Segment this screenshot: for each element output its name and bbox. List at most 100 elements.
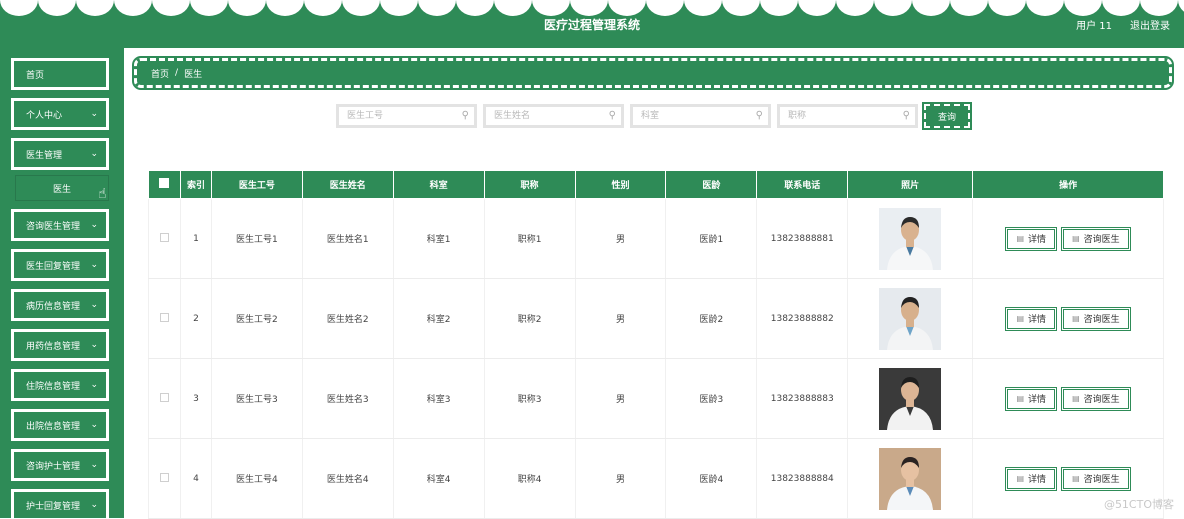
cell-actions: ▤详情▤咨询医生 xyxy=(973,199,1164,279)
row-checkbox[interactable] xyxy=(160,233,169,242)
breadcrumb-current: 医生 xyxy=(184,67,202,80)
detail-button[interactable]: ▤详情 xyxy=(1005,467,1057,491)
detail-button[interactable]: ▤详情 xyxy=(1005,387,1057,411)
doctor-photo[interactable] xyxy=(879,208,941,270)
scallop-shape xyxy=(266,0,304,16)
consult-doctor-button-label: 咨询医生 xyxy=(1084,392,1120,405)
table-row: 2医生工号2医生姓名2科室2职称2男医龄213823888882▤详情▤咨询医生 xyxy=(149,279,1164,359)
sidebar-item-label: 个人中心 xyxy=(26,108,62,121)
scallop-shape xyxy=(76,0,114,16)
sidebar-item-nurse-reply-management[interactable]: 护士回复管理 ⌄ xyxy=(11,489,109,518)
sidebar-item-inpatient-management[interactable]: 住院信息管理 ⌄ xyxy=(11,369,109,401)
chevron-down-icon: ⌄ xyxy=(90,260,98,270)
sidebar: 首页 个人中心 ⌄ 医生管理 ⌄ 医生 咨询医生管理 ⌄ 医生回复管理 ⌄ 病历… xyxy=(0,48,124,518)
doctor-photo[interactable] xyxy=(879,368,941,430)
select-all-checkbox[interactable] xyxy=(159,178,169,188)
breadcrumb: 首页 / 医生 xyxy=(134,58,1172,88)
scallop-shape xyxy=(1102,0,1140,16)
cell-gender: 男 xyxy=(575,279,666,359)
detail-button[interactable]: ▤详情 xyxy=(1005,307,1057,331)
scallop-shape xyxy=(380,0,418,16)
scallop-shape xyxy=(1064,0,1102,16)
consult-doctor-button[interactable]: ▤咨询医生 xyxy=(1061,387,1131,411)
search-icon: ⚲ xyxy=(903,110,910,121)
scallop-shape xyxy=(228,0,266,16)
sidebar-item-medication-management[interactable]: 用药信息管理 ⌄ xyxy=(11,329,109,361)
sidebar-item-home[interactable]: 首页 xyxy=(11,58,109,90)
scallop-shape xyxy=(456,0,494,16)
sidebar-item-doctor-management[interactable]: 医生管理 ⌄ xyxy=(11,138,109,170)
sidebar-item-personal-center[interactable]: 个人中心 ⌄ xyxy=(11,98,109,130)
logout-link[interactable]: 退出登录 xyxy=(1130,17,1170,32)
col-header-phone: 联系电话 xyxy=(757,171,848,199)
consult-doctor-button[interactable]: ▤咨询医生 xyxy=(1061,467,1131,491)
header-user-area: 用户 11 退出登录 xyxy=(1076,17,1170,32)
search-icon: ⚲ xyxy=(462,110,469,121)
consult-doctor-button[interactable]: ▤咨询医生 xyxy=(1061,307,1131,331)
doctor-photo[interactable] xyxy=(879,288,941,350)
cell-index: 2 xyxy=(180,279,211,359)
col-header-photo: 照片 xyxy=(848,171,973,199)
row-checkbox[interactable] xyxy=(160,393,169,402)
cell-department: 科室2 xyxy=(393,279,484,359)
scallop-shape xyxy=(874,0,912,16)
scallop-shape xyxy=(342,0,380,16)
chevron-down-icon: ⌄ xyxy=(90,109,98,119)
cell-title: 职称1 xyxy=(484,199,575,279)
row-checkbox[interactable] xyxy=(160,473,169,482)
doctor-id-input[interactable] xyxy=(339,107,474,125)
table-row: 3医生工号3医生姓名3科室3职称3男医龄313823888883▤详情▤咨询医生 xyxy=(149,359,1164,439)
breadcrumb-home[interactable]: 首页 xyxy=(151,67,169,80)
scallop-shape xyxy=(722,0,760,16)
department-input[interactable] xyxy=(633,107,768,125)
detail-button[interactable]: ▤详情 xyxy=(1005,227,1057,251)
chevron-down-icon: ⌄ xyxy=(90,149,98,159)
scallop-shape xyxy=(684,0,722,16)
cell-index: 3 xyxy=(180,359,211,439)
doctor-name-input[interactable] xyxy=(486,107,621,125)
cell-index: 1 xyxy=(180,199,211,279)
app-title: 医疗过程管理系统 xyxy=(0,16,1184,33)
sidebar-item-discharge-management[interactable]: 出院信息管理 ⌄ xyxy=(11,409,109,441)
decorative-scallops xyxy=(0,0,1184,16)
scallop-shape xyxy=(494,0,532,16)
cell-doctor-id: 医生工号1 xyxy=(211,199,302,279)
sidebar-item-medical-record-management[interactable]: 病历信息管理 ⌄ xyxy=(11,289,109,321)
scallop-shape xyxy=(1178,0,1184,16)
cell-phone: 13823888882 xyxy=(757,279,848,359)
row-select-cell xyxy=(149,199,181,279)
select-all-header xyxy=(149,171,181,199)
chevron-down-icon: ⌄ xyxy=(90,500,98,510)
sidebar-item-consult-doctor-management[interactable]: 咨询医生管理 ⌄ xyxy=(11,209,109,241)
sidebar-item-consult-nurse-management[interactable]: 咨询护士管理 ⌄ xyxy=(11,449,109,481)
detail-button-label: 详情 xyxy=(1028,232,1046,245)
scallop-shape xyxy=(988,0,1026,16)
doctor-id-search: ⚲ xyxy=(336,104,477,128)
doctor-name-search: ⚲ xyxy=(483,104,624,128)
submenu-item-doctor[interactable]: 医生 xyxy=(16,176,108,200)
sidebar-item-doctor-reply-management[interactable]: 医生回复管理 ⌄ xyxy=(11,249,109,281)
doctor-photo[interactable] xyxy=(879,448,941,510)
cell-gender: 男 xyxy=(575,359,666,439)
cell-doctor-id: 医生工号4 xyxy=(211,439,302,519)
col-header-gender: 性别 xyxy=(575,171,666,199)
scallop-shape xyxy=(836,0,874,16)
search-icon: ⚲ xyxy=(756,110,763,121)
doctor-table: 索引 医生工号 医生姓名 科室 职称 性别 医龄 联系电话 照片 操作 1医生工… xyxy=(148,170,1164,519)
detail-button-label: 详情 xyxy=(1028,472,1046,485)
title-input[interactable] xyxy=(780,107,915,125)
document-icon: ▤ xyxy=(1072,474,1080,483)
row-checkbox[interactable] xyxy=(160,313,169,322)
consult-doctor-button[interactable]: ▤咨询医生 xyxy=(1061,227,1131,251)
document-icon: ▤ xyxy=(1072,314,1080,323)
col-header-doctor-name: 医生姓名 xyxy=(302,171,393,199)
query-button[interactable]: 查询 xyxy=(924,104,970,128)
col-header-index: 索引 xyxy=(180,171,211,199)
cell-years: 医龄2 xyxy=(666,279,757,359)
scallop-shape xyxy=(608,0,646,16)
scallop-shape xyxy=(38,0,76,16)
current-user[interactable]: 用户 11 xyxy=(1076,17,1112,32)
scallop-shape xyxy=(190,0,228,16)
cell-title: 职称4 xyxy=(484,439,575,519)
cell-phone: 13823888881 xyxy=(757,199,848,279)
